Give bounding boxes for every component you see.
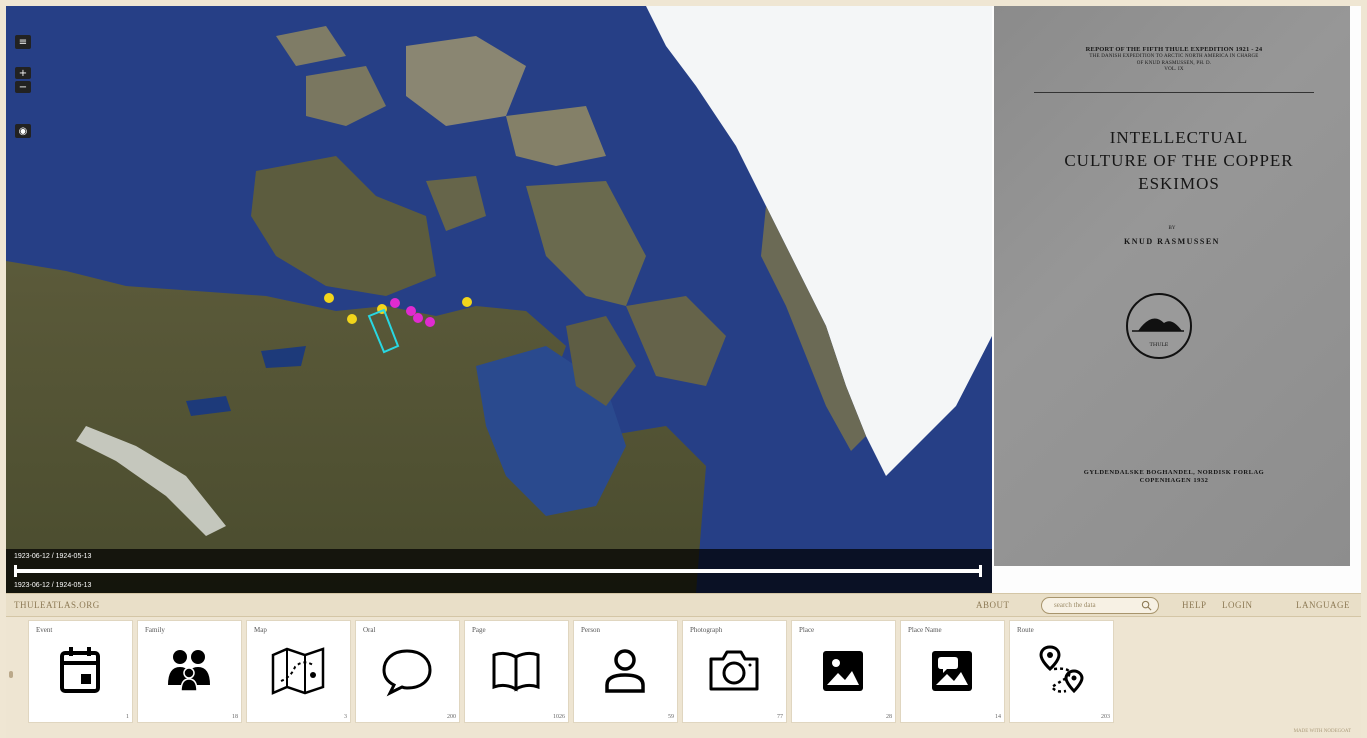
site-brand-link[interactable]: THULEATLAS.ORG	[14, 600, 100, 610]
app: ≡ + − ◉ 1923-06-12 / 1924-05-13 1923-06-…	[0, 0, 1367, 738]
document-by: BY	[1168, 226, 1176, 231]
card-count: 28	[886, 714, 892, 720]
login-link[interactable]: LOGIN	[1222, 600, 1253, 610]
card-count: 1026	[553, 714, 565, 720]
thule-seal-logo: THULE	[1126, 293, 1192, 359]
calendar-icon	[60, 647, 100, 693]
title-line: ESKIMOS	[1138, 174, 1220, 193]
title-line: CULTURE OF THE COPPER	[1064, 151, 1294, 170]
card-count: 77	[777, 714, 783, 720]
layers-icon[interactable]: ≡	[15, 35, 31, 49]
timeline-end-handle[interactable]	[979, 565, 982, 577]
language-link[interactable]: LANGUAGE	[1296, 600, 1350, 610]
timeline-slider[interactable]: 1923-06-12 / 1924-05-13 1923-06-12 / 192…	[6, 549, 992, 593]
image-icon	[823, 651, 863, 691]
card-count: 18	[232, 714, 238, 720]
divider	[1034, 92, 1314, 93]
card-family[interactable]: Family 18	[137, 620, 242, 723]
person-icon	[605, 649, 645, 693]
satellite-basemap	[6, 6, 992, 593]
panel-handle[interactable]	[9, 671, 13, 678]
camera-icon	[709, 650, 759, 691]
card-event[interactable]: Event 1	[28, 620, 133, 723]
card-count: 3	[344, 714, 347, 720]
timeline-selected-label: 1923-06-12 / 1924-05-13	[14, 582, 92, 589]
card-label: Photograph	[690, 626, 723, 634]
card-count: 14	[995, 714, 1001, 720]
card-label: Event	[36, 626, 53, 634]
map-icon	[271, 647, 325, 695]
document-author: KNUD RASMUSSEN	[1124, 237, 1220, 246]
search-input[interactable]: search the data	[1041, 597, 1159, 614]
card-place[interactable]: Place 28	[791, 620, 896, 723]
card-count: 59	[668, 714, 674, 720]
card-count: 200	[447, 714, 456, 720]
zoom-out-button[interactable]: −	[15, 81, 31, 93]
help-link[interactable]: HELP	[1182, 600, 1207, 610]
card-label: Map	[254, 626, 267, 634]
navigation-bar: THULEATLAS.ORG ABOUT search the data HEL…	[6, 593, 1361, 617]
route-icon	[1039, 645, 1084, 694]
card-label: Person	[581, 626, 601, 634]
document-viewer[interactable]: REPORT OF THE FIFTH THULE EXPEDITION 192…	[992, 6, 1361, 593]
search-placeholder: search the data	[1054, 601, 1096, 609]
image-comment-icon	[932, 651, 972, 691]
card-count: 1	[126, 714, 129, 720]
card-label: Oral	[363, 626, 376, 634]
card-label: Place Name	[908, 626, 942, 634]
family-icon	[168, 650, 210, 692]
document-series-header: REPORT OF THE FIFTH THULE EXPEDITION 192…	[1024, 46, 1324, 74]
document-title: INTELLECTUAL CULTURE OF THE COPPER ESKIM…	[1034, 126, 1324, 195]
document-page: REPORT OF THE FIFTH THULE EXPEDITION 192…	[994, 6, 1350, 566]
map-view[interactable]: ≡ + − ◉ 1923-06-12 / 1924-05-13 1923-06-…	[6, 6, 992, 593]
footer-credit[interactable]: MADE WITH NODEGOAT	[1294, 729, 1351, 734]
card-place-name[interactable]: Place Name 14	[900, 620, 1005, 723]
timeline-start-handle[interactable]	[14, 565, 17, 577]
card-person[interactable]: Person 59	[573, 620, 678, 723]
card-oral[interactable]: Oral 200	[355, 620, 460, 723]
card-label: Route	[1017, 626, 1034, 634]
card-label: Place	[799, 626, 815, 634]
timeline-track[interactable]	[14, 565, 982, 577]
publisher-line: GYLDENDALSKE BOGHANDEL, NORDISK FORLAG	[1083, 469, 1265, 476]
zoom-in-button[interactable]: +	[15, 67, 31, 79]
search-icon[interactable]	[1141, 600, 1152, 611]
document-publisher: GYLDENDALSKE BOGHANDEL, NORDISK FORLAG C…	[1024, 469, 1324, 485]
card-photograph[interactable]: Photograph 77	[682, 620, 787, 723]
card-page[interactable]: Page 1026	[464, 620, 569, 723]
title-line: INTELLECTUAL	[1109, 128, 1249, 147]
type-cards-panel: Event 1 Family 18 Map 3 Oral 200 Page 10…	[6, 617, 1361, 738]
header-line: REPORT OF THE FIFTH THULE EXPEDITION 192…	[1085, 46, 1263, 53]
card-label: Page	[472, 626, 486, 634]
book-icon	[492, 651, 540, 692]
svg-text:THULE: THULE	[1150, 342, 1169, 348]
card-label: Family	[145, 626, 165, 634]
globe-icon[interactable]: ◉	[15, 124, 31, 138]
card-map[interactable]: Map 3	[246, 620, 351, 723]
timeline-range-label: 1923-06-12 / 1924-05-13	[14, 553, 92, 560]
header-line: VOL. IX	[1164, 67, 1184, 72]
card-count: 203	[1101, 714, 1110, 720]
about-link[interactable]: ABOUT	[976, 600, 1010, 610]
publisher-line: COPENHAGEN 1932	[1139, 477, 1209, 484]
speech-bubble-icon	[382, 649, 432, 697]
card-route[interactable]: Route 203	[1009, 620, 1114, 723]
